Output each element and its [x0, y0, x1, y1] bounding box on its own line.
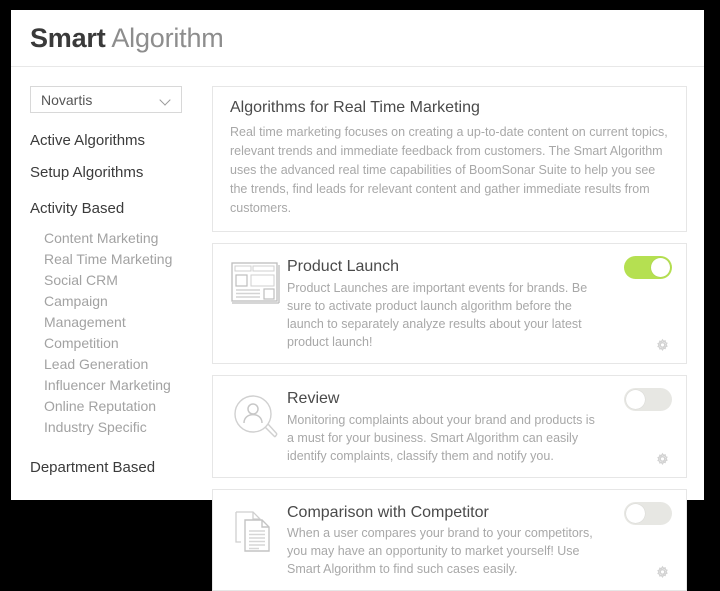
- chevron-down-icon: [161, 96, 170, 105]
- intro-title: Algorithms for Real Time Marketing: [230, 99, 480, 116]
- documents-compare-icon: [225, 502, 287, 579]
- algorithm-card-comparison-with-competitor: Comparison with Competitor When a user c…: [212, 488, 687, 591]
- algorithm-body: Review Monitoring complaints about your …: [287, 388, 672, 465]
- algorithm-description: When a user compares your brand to your …: [287, 526, 593, 577]
- brand-select[interactable]: Novartis: [30, 86, 182, 113]
- person-search-icon: [225, 388, 287, 465]
- app-header: Smart Algorithm: [11, 10, 704, 67]
- toggle-knob: [626, 389, 645, 409]
- sidebar-item-active-algorithms[interactable]: Active Algorithms: [30, 133, 212, 148]
- intro-card: Algorithms for Real Time Marketing Real …: [212, 86, 687, 233]
- content-area: Novartis Active Algorithms Setup Algorit…: [11, 67, 704, 591]
- gear-icon[interactable]: [655, 338, 670, 353]
- gear-icon[interactable]: [655, 452, 670, 467]
- app-window: Smart Algorithm Novartis Active Algorith…: [11, 10, 704, 591]
- algorithm-body: Comparison with Competitor When a user c…: [287, 502, 672, 579]
- algorithm-title: Product Launch: [287, 258, 400, 276]
- algorithm-toggle[interactable]: [624, 256, 672, 280]
- algorithm-title: Review: [287, 389, 340, 407]
- page-title: Smart Algorithm: [30, 23, 224, 54]
- sidebar-item-content-marketing[interactable]: Content Marketing: [30, 228, 212, 249]
- sidebar-item-real-time-marketing[interactable]: Real Time Marketing: [30, 249, 212, 270]
- sidebar-item-online-reputation[interactable]: Online Reputation: [30, 396, 212, 417]
- page-title-strong: Smart: [30, 22, 106, 53]
- sidebar-item-social-crm[interactable]: Social CRM: [30, 270, 212, 291]
- brand-select-value: Novartis: [41, 91, 93, 108]
- intro-description: Real time marketing focuses on creating …: [230, 125, 668, 216]
- toggle-knob: [651, 258, 670, 278]
- sidebar-item-competition[interactable]: Competition: [30, 333, 212, 354]
- sidebar-item-industry-specific[interactable]: Industry Specific: [30, 417, 212, 438]
- algorithm-toggle[interactable]: [624, 387, 672, 411]
- sidebar-item-lead-generation[interactable]: Lead Generation: [30, 354, 212, 375]
- sidebar-group-activity-based[interactable]: Activity Based: [30, 201, 212, 216]
- sidebar: Novartis Active Algorithms Setup Algorit…: [11, 86, 212, 499]
- algorithm-card-product-launch: Product Launch Product Launches are impo…: [212, 243, 687, 364]
- page-title-light: Algorithm: [105, 22, 224, 53]
- algorithm-description: Product Launches are important events fo…: [287, 280, 588, 349]
- algorithm-description: Monitoring complaints about your brand a…: [287, 412, 595, 463]
- gear-icon[interactable]: [655, 565, 670, 580]
- sidebar-item-influencer-marketing[interactable]: Influencer Marketing: [30, 375, 212, 396]
- algorithm-toggle[interactable]: [624, 501, 672, 525]
- webpage-layout-icon: [225, 256, 287, 351]
- sidebar-item-setup-algorithms[interactable]: Setup Algorithms: [30, 165, 212, 180]
- algorithm-card-review: Review Monitoring complaints about your …: [212, 374, 687, 478]
- algorithm-body: Product Launch Product Launches are impo…: [287, 256, 672, 351]
- sidebar-item-management[interactable]: Management: [30, 312, 212, 333]
- main-panel: Algorithms for Real Time Marketing Real …: [212, 86, 704, 591]
- sidebar-item-campaign[interactable]: Campaign: [30, 291, 212, 312]
- sidebar-group-department-based[interactable]: Department Based: [30, 460, 212, 475]
